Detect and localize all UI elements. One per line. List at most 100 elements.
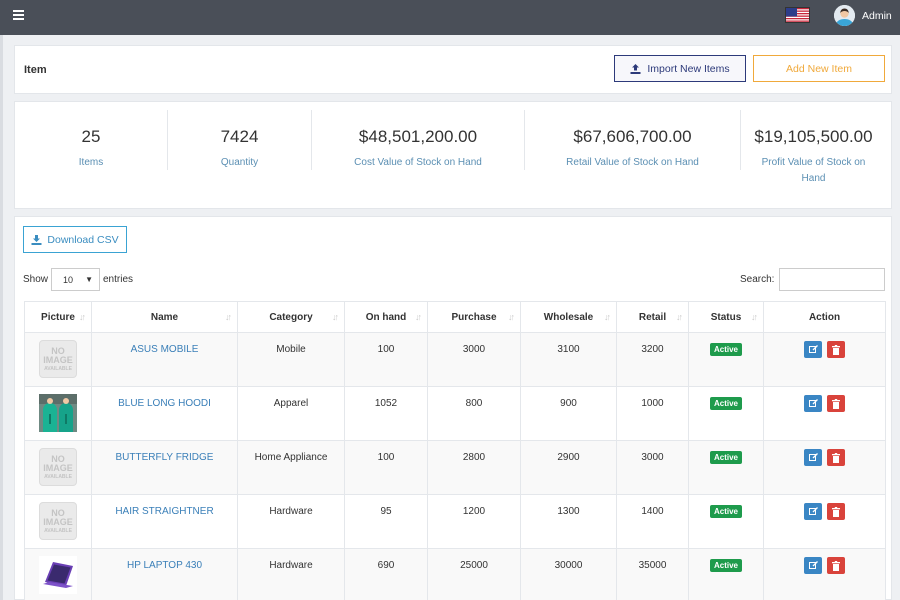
category-cell: Hardware (237, 548, 345, 600)
item-name-link[interactable]: BLUE LONG HOODI (91, 386, 238, 441)
purchase-cell: 25000 (427, 548, 521, 600)
status-cell: Active (688, 548, 764, 600)
column-header-label: Category (269, 311, 313, 323)
column-header-label: Action (808, 311, 841, 323)
sort-icon[interactable]: ↓↑ (676, 312, 683, 322)
sort-icon[interactable]: ↓↑ (604, 312, 611, 322)
item-name-link[interactable]: HAIR STRAIGHTNER (91, 494, 238, 549)
edit-icon[interactable] (804, 503, 822, 520)
page-header: Item Import New Items Add New Item (14, 45, 892, 94)
picture-cell (24, 386, 92, 441)
column-header-status[interactable]: Status ↓↑ (688, 301, 764, 333)
stat-label: Cost Value of Stock on Hand (354, 157, 482, 168)
no-image-placeholder-icon: NO IMAGE AVAILABLE (39, 448, 77, 486)
sidebar-edge (0, 35, 3, 600)
delete-icon[interactable] (827, 341, 845, 358)
stat-cost-value: $48,501,200.00 Cost Value of Stock on Ha… (312, 110, 524, 170)
status-cell: Active (688, 440, 764, 495)
no-image-placeholder-icon: NO IMAGE AVAILABLE (39, 502, 77, 540)
sort-icon[interactable]: ↓↑ (415, 312, 422, 322)
picture-cell: NO IMAGE AVAILABLE (24, 494, 92, 549)
table-row: NO IMAGE AVAILABLE ASUS MOBILE Mobile 100 … (24, 332, 886, 387)
action-cell (763, 332, 886, 387)
retail-cell: 3000 (616, 440, 689, 495)
stat-label: Quantity (220, 157, 259, 168)
delete-icon[interactable] (827, 503, 845, 520)
delete-icon[interactable] (827, 449, 845, 466)
edit-icon[interactable] (804, 341, 822, 358)
picture-cell: NO IMAGE AVAILABLE (24, 332, 92, 387)
purchase-cell: 1200 (427, 494, 521, 549)
item-name-link[interactable]: HP LAPTOP 430 (91, 548, 238, 600)
items-table-panel: Download CSV Show 10 ▼ entries Search: P… (14, 216, 892, 600)
wholesale-cell: 30000 (520, 548, 617, 600)
sort-icon[interactable]: ↓↑ (79, 312, 86, 322)
retail-cell: 3200 (616, 332, 689, 387)
stat-profit-value: $19,105,500.00 Profit Value of Stock on … (741, 110, 886, 184)
on-hand-cell: 690 (344, 548, 428, 600)
stat-quantity: 7424 Quantity (168, 110, 311, 170)
page-size-select[interactable]: 10 ▼ (51, 268, 100, 291)
hamburger-icon[interactable] (13, 10, 24, 20)
page-size-value: 10 (63, 275, 74, 285)
picture-cell (24, 548, 92, 600)
edit-icon[interactable] (804, 395, 822, 412)
column-header-label: On hand (365, 311, 407, 323)
stat-label: Items (78, 157, 104, 168)
column-header-retail[interactable]: Retail ↓↑ (616, 301, 689, 333)
upload-icon (630, 63, 641, 74)
stat-value: $48,501,200.00 (358, 127, 478, 146)
entries-label: entries (103, 274, 134, 285)
download-csv-button[interactable]: Download CSV (23, 226, 127, 253)
import-items-button[interactable]: Import New Items (614, 55, 746, 82)
status-badge: Active (709, 397, 742, 410)
on-hand-cell: 100 (344, 440, 428, 495)
sort-icon[interactable]: ↓↑ (751, 312, 758, 322)
sort-icon[interactable]: ↓↑ (225, 312, 232, 322)
download-csv-label: Download CSV (47, 233, 119, 246)
column-header-on-hand[interactable]: On hand ↓↑ (344, 301, 428, 333)
us-flag-icon[interactable] (785, 7, 810, 23)
action-cell (763, 494, 886, 549)
sort-icon[interactable]: ↓↑ (332, 312, 339, 322)
table-row: NO IMAGE AVAILABLE HAIR STRAIGHTNER Hardwa… (24, 494, 886, 549)
add-item-button[interactable]: Add New Item (753, 55, 885, 82)
delete-icon[interactable] (827, 557, 845, 574)
item-name-link[interactable]: BUTTERFLY FRIDGE (91, 440, 238, 495)
retail-cell: 35000 (616, 548, 689, 600)
purchase-cell: 2800 (427, 440, 521, 495)
category-cell: Mobile (237, 332, 345, 387)
on-hand-cell: 100 (344, 332, 428, 387)
column-header-picture[interactable]: Picture ↓↑ (24, 301, 92, 333)
page-title: Item (24, 64, 47, 76)
search-input[interactable] (779, 268, 885, 291)
delete-icon[interactable] (827, 395, 845, 412)
admin-username[interactable]: Admin (862, 10, 892, 22)
edit-icon[interactable] (804, 449, 822, 466)
column-header-wholesale[interactable]: Wholesale ↓↑ (520, 301, 617, 333)
sort-icon[interactable]: ↓↑ (508, 312, 515, 322)
retail-cell: 1400 (616, 494, 689, 549)
category-cell: Home Appliance (237, 440, 345, 495)
item-name-link[interactable]: ASUS MOBILE (91, 332, 238, 387)
search-label: Search: (740, 274, 775, 285)
stat-label: Profit Value of Stock on Hand (761, 157, 866, 184)
table-row: HP LAPTOP 430 Hardware 690 25000 30000 3… (24, 548, 886, 600)
column-header-name[interactable]: Name ↓↑ (91, 301, 238, 333)
column-header-purchase[interactable]: Purchase ↓↑ (427, 301, 521, 333)
items-table: Picture ↓↑ Name ↓↑ Category ↓↑ On hand ↓↑ Pu… (24, 301, 886, 600)
edit-icon[interactable] (804, 557, 822, 574)
column-header-label: Status (710, 311, 742, 323)
user-avatar-icon[interactable] (834, 5, 855, 26)
status-badge: Active (709, 505, 742, 518)
status-badge: Active (709, 559, 742, 572)
action-cell (763, 386, 886, 441)
retail-cell: 1000 (616, 386, 689, 441)
stat-value: 25 (81, 127, 101, 146)
wholesale-cell: 3100 (520, 332, 617, 387)
column-header-category[interactable]: Category ↓↑ (237, 301, 345, 333)
stat-value: 7424 (220, 127, 259, 146)
status-badge: Active (709, 451, 742, 464)
purchase-cell: 3000 (427, 332, 521, 387)
stat-items: 25 Items (15, 110, 167, 170)
